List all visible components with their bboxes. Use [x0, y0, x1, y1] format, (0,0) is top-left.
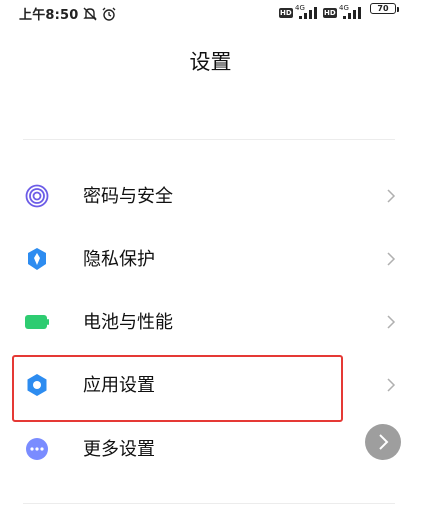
bottom-divider [23, 503, 395, 504]
signal-group-2: HD 4G [323, 4, 365, 21]
chevron-right-icon [379, 434, 389, 450]
more-dots-icon [26, 438, 48, 460]
chevron-right-icon [387, 315, 396, 329]
battery-tip [397, 7, 399, 12]
menu-item-label: 更多设置 [83, 439, 155, 460]
privacy-shield-icon [28, 248, 46, 270]
mute-icon [83, 7, 97, 21]
status-time: 上午8:50 [19, 8, 79, 23]
fingerprint-icon [25, 184, 49, 208]
battery-indicator: 70 [370, 3, 396, 14]
page-title: 设置 [189, 50, 232, 74]
chevron-right-icon [387, 252, 396, 266]
hd-badge: HD [323, 8, 337, 18]
signal-icon [343, 7, 361, 19]
chevron-right-icon [387, 189, 396, 203]
menu-item-password-security[interactable]: 密码与安全 [0, 165, 421, 227]
signal-icon [299, 7, 317, 19]
menu-item-more-settings[interactable]: 更多设置 [0, 418, 421, 480]
floating-next-button[interactable] [365, 424, 401, 460]
highlight-annotation-box [12, 355, 343, 422]
hd-badge: HD [279, 8, 293, 18]
battery-icon [25, 315, 49, 329]
menu-item-privacy[interactable]: 隐私保护 [0, 228, 421, 290]
top-divider [23, 139, 395, 140]
menu-item-label: 电池与性能 [83, 312, 173, 333]
signal-group-1: HD 4G [279, 4, 321, 21]
alarm-icon [102, 7, 116, 21]
chevron-right-icon [387, 378, 396, 392]
status-bar: 上午8:50 HD 4G HD 4G 70 [0, 0, 421, 28]
menu-item-battery-performance[interactable]: 电池与性能 [0, 291, 421, 353]
menu-item-label: 隐私保护 [83, 249, 155, 270]
menu-item-label: 密码与安全 [83, 186, 173, 207]
